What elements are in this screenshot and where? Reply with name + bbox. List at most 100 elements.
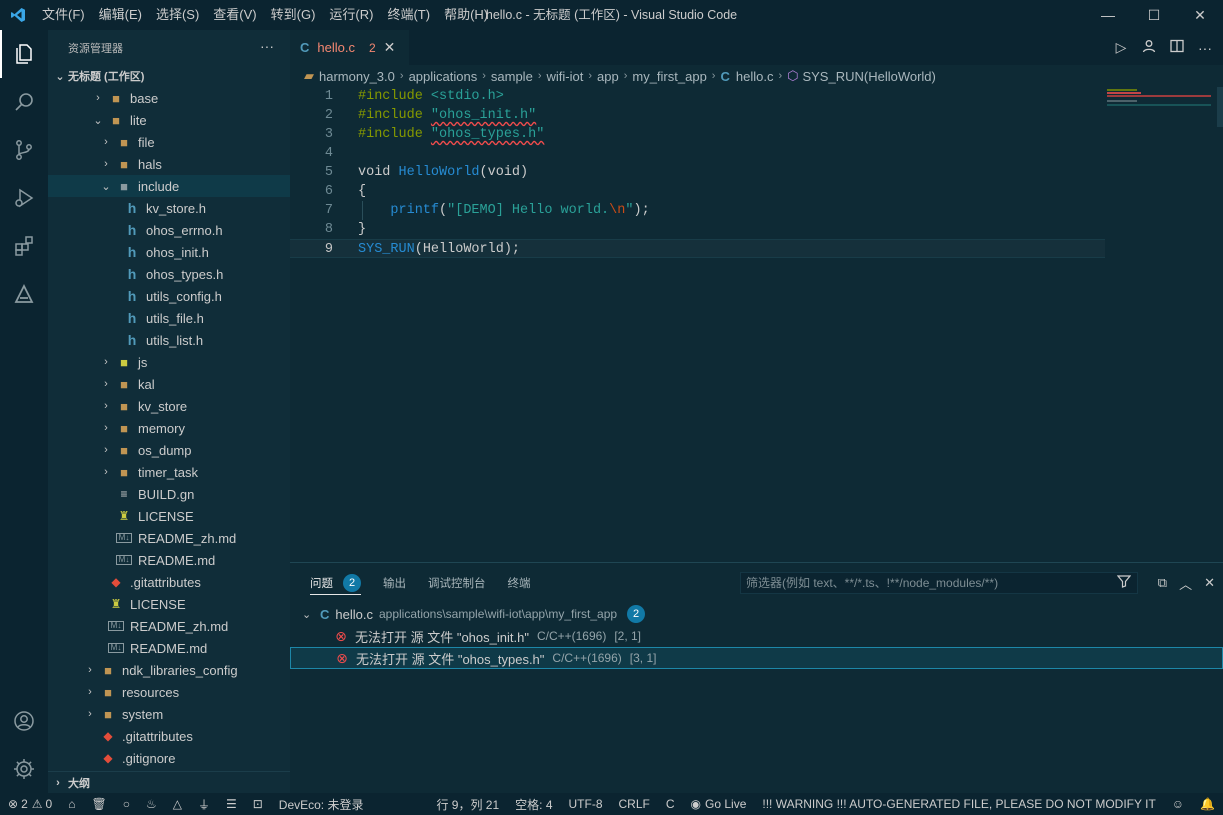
run-debug-icon[interactable] xyxy=(0,174,48,222)
deveco-status[interactable]: DevEco: 未登录 xyxy=(271,793,372,815)
menu-item[interactable]: 查看(V) xyxy=(206,0,263,30)
tree-item[interactable]: › ■ memory xyxy=(48,417,290,439)
tab-hello-c[interactable]: C hello.c 2 ✕ xyxy=(290,30,409,65)
problems-filter-input[interactable]: 筛选器(例如 text、**/*.ts、!**/node_modules/**) xyxy=(740,572,1138,594)
tree-item[interactable]: ♜ LICENSE xyxy=(48,593,290,615)
tree-item[interactable]: › ■ os_dump xyxy=(48,439,290,461)
tree-item[interactable]: h ohos_types.h xyxy=(48,263,290,285)
more-actions-icon[interactable]: ··· xyxy=(260,38,274,54)
flame-icon[interactable]: ♨ xyxy=(138,793,165,815)
code-line[interactable]: 2 #include "ohos_init.h" xyxy=(290,106,1105,125)
alert-icon[interactable]: △ xyxy=(165,793,190,815)
editor-scrollbar[interactable] xyxy=(1217,87,1223,127)
collapse-all-icon[interactable]: ⧉ xyxy=(1158,575,1167,591)
source-control-icon[interactable] xyxy=(0,126,48,174)
notifications-icon[interactable]: 🔔 xyxy=(1192,793,1223,815)
tree-item[interactable]: › ■ base xyxy=(48,87,290,109)
tree-item[interactable]: ◆ .gitignore xyxy=(48,747,290,769)
workspace-header[interactable]: ⌄ 无标题 (工作区) xyxy=(48,65,290,87)
problem-row[interactable]: ⊗ 无法打开 源 文件 "ohos_init.h" C/C++(1696) [2, 1… xyxy=(290,625,1223,647)
maximize-button[interactable]: ☐ xyxy=(1131,0,1177,30)
feedback-icon[interactable]: ☺ xyxy=(1164,793,1192,815)
menu-item[interactable]: 文件(F) xyxy=(35,0,92,30)
tree-item[interactable]: h utils_config.h xyxy=(48,285,290,307)
problem-row[interactable]: ⊗ 无法打开 源 文件 "ohos_types.h" C/C++(1696) [3, … xyxy=(290,647,1223,669)
tree-item[interactable]: › ■ js xyxy=(48,351,290,373)
tree-item[interactable]: M↓ README.md xyxy=(48,637,290,659)
code-line[interactable]: 4 xyxy=(290,144,1105,163)
menu-item[interactable]: 转到(G) xyxy=(264,0,323,30)
circle-icon[interactable]: ○ xyxy=(115,793,138,815)
problems-status[interactable]: ⊗ 2 ⚠ 0 xyxy=(0,793,60,815)
tree-item[interactable]: h utils_list.h xyxy=(48,329,290,351)
breadcrumb-item[interactable]: my_first_app xyxy=(632,69,706,84)
tree-item[interactable]: › ■ kv_store xyxy=(48,395,290,417)
tree-item[interactable]: M↓ README_zh.md xyxy=(48,615,290,637)
close-window-button[interactable]: ✕ xyxy=(1177,0,1223,30)
tab-debug-console[interactable]: 调试控制台 xyxy=(428,563,486,603)
tree-item[interactable]: › ■ ndk_libraries_config xyxy=(48,659,290,681)
close-tab-icon[interactable]: ✕ xyxy=(384,39,396,56)
code-line[interactable]: 9 SYS_RUN(HelloWorld); xyxy=(290,239,1105,258)
tree-item[interactable]: › ■ file xyxy=(48,131,290,153)
tree-item[interactable]: ≡ BUILD.gn xyxy=(48,483,290,505)
tree-item[interactable]: h kv_store.h xyxy=(48,197,290,219)
go-live-button[interactable]: ◉ Go Live xyxy=(683,793,755,815)
breadcrumb-item[interactable]: harmony_3.0 xyxy=(319,69,395,84)
problem-file-row[interactable]: ⌄ C hello.c applications\sample\wifi-iot… xyxy=(290,603,1223,625)
tab-terminal[interactable]: 终端 xyxy=(508,563,531,603)
menu-item[interactable]: 选择(S) xyxy=(149,0,206,30)
tree-item[interactable]: › ■ system xyxy=(48,703,290,725)
account-icon[interactable] xyxy=(0,697,48,745)
extensions-icon[interactable] xyxy=(0,222,48,270)
tree-item[interactable]: h utils_file.h xyxy=(48,307,290,329)
run-icon[interactable]: ▷ xyxy=(1113,39,1129,56)
tab-problems[interactable]: 问题 2 xyxy=(310,563,361,603)
menu-item[interactable]: 终端(T) xyxy=(380,0,437,30)
more-actions-icon[interactable]: ··· xyxy=(1197,40,1213,56)
split-editor-icon[interactable] xyxy=(1169,39,1185,56)
breadcrumb-item[interactable]: SYS_RUN(HelloWorld) xyxy=(802,69,935,84)
trash-icon[interactable]: 🗑 xyxy=(83,793,114,815)
tree-item[interactable]: h ohos_errno.h xyxy=(48,219,290,241)
code-line[interactable]: 1 #include <stdio.h> xyxy=(290,87,1105,106)
tree-item[interactable]: ⌄ ■ include xyxy=(48,175,290,197)
plug-icon[interactable]: ⏚ xyxy=(190,793,218,815)
menu-item[interactable]: 编辑(E) xyxy=(92,0,149,30)
indentation[interactable]: 空格: 4 xyxy=(507,793,560,815)
home-icon[interactable]: ⌂ xyxy=(60,793,83,815)
end-of-line[interactable]: CRLF xyxy=(611,793,658,815)
code-line[interactable]: 3 #include "ohos_types.h" xyxy=(290,125,1105,144)
language-mode[interactable]: C xyxy=(658,793,683,815)
tree-item[interactable]: › ■ kal xyxy=(48,373,290,395)
breadcrumb-item[interactable]: hello.c xyxy=(736,69,774,84)
tree-item[interactable]: › ■ hals xyxy=(48,153,290,175)
tree-item[interactable]: › ■ timer_task xyxy=(48,461,290,483)
tree-item[interactable]: ◆ .gitattributes xyxy=(48,725,290,747)
person-icon[interactable] xyxy=(1141,39,1157,56)
close-panel-icon[interactable]: ✕ xyxy=(1204,575,1215,591)
code-line[interactable]: 5 void HelloWorld(void) xyxy=(290,163,1105,182)
menu-item[interactable]: 帮助(H) xyxy=(437,0,495,30)
tree-item[interactable]: ⌄ ■ lite xyxy=(48,109,290,131)
encoding[interactable]: UTF-8 xyxy=(561,793,611,815)
code-line[interactable]: 8} xyxy=(290,220,1105,239)
outline-section[interactable]: › 大纲 xyxy=(48,771,290,793)
deveco-icon[interactable] xyxy=(0,270,48,318)
explorer-icon[interactable] xyxy=(0,30,48,78)
minimize-button[interactable]: — xyxy=(1085,0,1131,30)
list-icon[interactable]: ☰ xyxy=(218,793,245,815)
tree-item[interactable]: M↓ README.md xyxy=(48,549,290,571)
search-icon[interactable] xyxy=(0,78,48,126)
tree-item[interactable]: › ■ resources xyxy=(48,681,290,703)
breadcrumb-item[interactable]: app xyxy=(597,69,619,84)
filter-icon[interactable] xyxy=(1116,574,1132,591)
tree-item[interactable]: ♜ LICENSE xyxy=(48,505,290,527)
tree-item[interactable]: M↓ README_zh.md xyxy=(48,527,290,549)
terminal-icon[interactable]: ⊡ xyxy=(245,793,271,815)
cursor-position[interactable]: 行 9，列 21 xyxy=(428,793,507,815)
breadcrumb-item[interactable]: sample xyxy=(491,69,533,84)
breadcrumb-item[interactable]: applications xyxy=(409,69,478,84)
maximize-panel-icon[interactable]: ︿ xyxy=(1179,574,1192,593)
menu-item[interactable]: 运行(R) xyxy=(322,0,380,30)
